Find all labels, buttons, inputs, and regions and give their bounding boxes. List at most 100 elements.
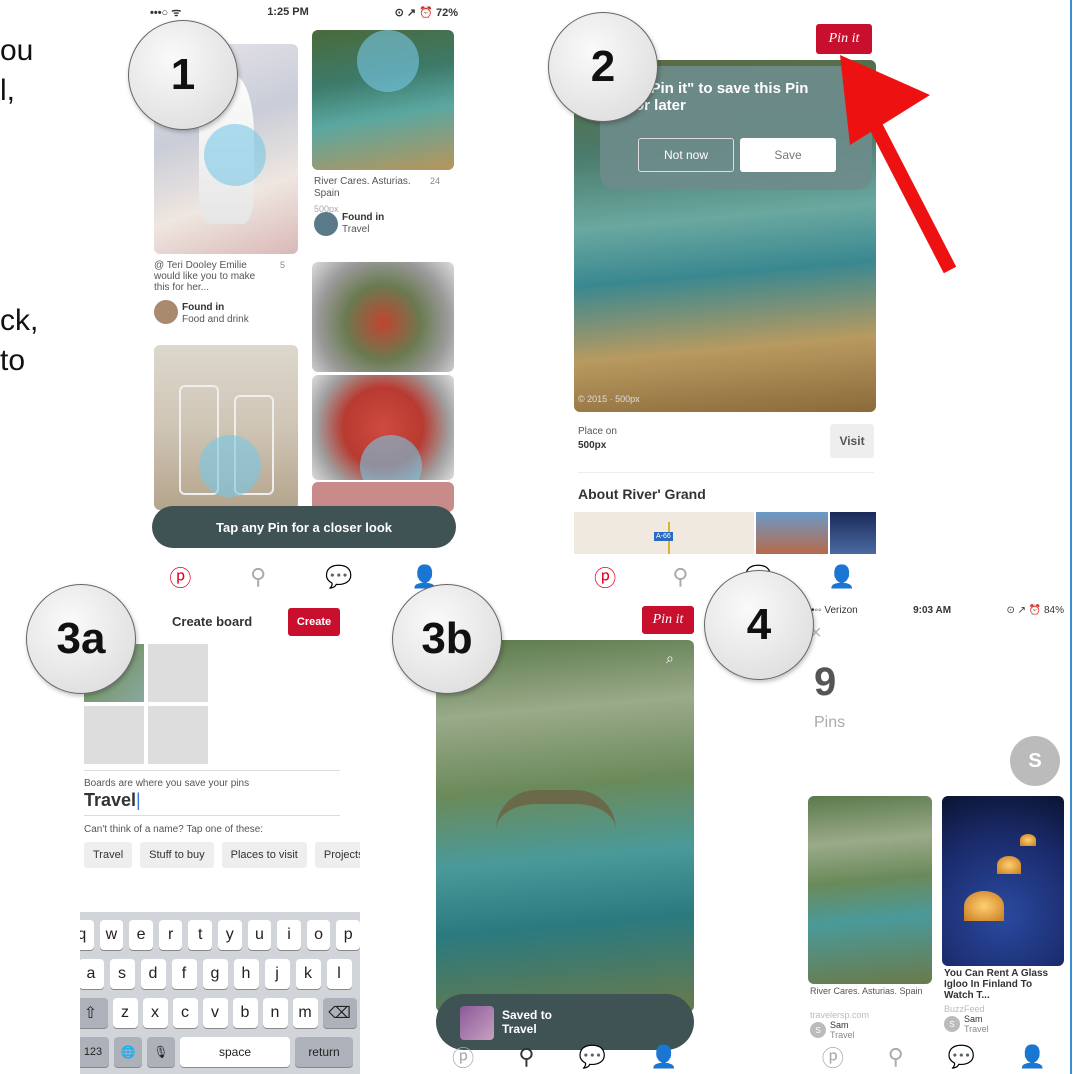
shift-key[interactable]: ⇧ (80, 998, 108, 1028)
found-in-label: Found in (182, 302, 225, 313)
return-key[interactable]: return (295, 1037, 353, 1067)
pin-description: @ Teri Dooley Emilie would like you to m… (154, 260, 256, 293)
key-m[interactable]: m (292, 998, 318, 1028)
key-s[interactable]: s (109, 959, 135, 989)
profile-icon[interactable]: 👤 (828, 564, 855, 590)
pin-repin-count: 5 (280, 260, 286, 270)
pinterest-home-icon[interactable]: ⓟ (169, 561, 191, 593)
chip-places-to-visit[interactable]: Places to visit (221, 842, 307, 868)
chat-icon[interactable]: 💬 (948, 1044, 975, 1070)
slide-text-line: ou (0, 34, 34, 67)
chip-projects[interactable]: Projects (314, 842, 360, 868)
chip-travel[interactable]: Travel (84, 842, 133, 868)
pin-title: You Can Rent A Glass Igloo In Finland To… (944, 968, 1049, 1001)
divider (84, 770, 340, 771)
globe-icon[interactable]: 🌐 (114, 1037, 142, 1067)
pin-it-button[interactable]: Pin it (642, 606, 694, 634)
visit-button[interactable]: Visit (830, 424, 874, 458)
saved-board-name: Travel (502, 1022, 537, 1036)
search-icon[interactable]: ⚲ (250, 564, 266, 590)
space-key[interactable]: space (180, 1037, 290, 1067)
profile-icon[interactable]: 👤 (1019, 1044, 1046, 1070)
key-r[interactable]: r (158, 920, 183, 950)
pin-repin-count: 24 (430, 176, 441, 186)
key-w[interactable]: w (99, 920, 124, 950)
save-button[interactable]: Save (740, 138, 836, 172)
microphone-icon[interactable]: 🎙 (147, 1037, 175, 1067)
key-e[interactable]: e (129, 920, 153, 950)
pin-image-igloo[interactable] (942, 796, 1064, 966)
pinterest-home-icon[interactable]: ⓟ (594, 561, 616, 593)
pinterest-home-icon[interactable]: ⓟ (822, 1041, 844, 1073)
key-k[interactable]: k (295, 959, 321, 989)
profile-icon[interactable]: 👤 (650, 1044, 677, 1070)
tab-bar: ⓟ ⚲ 💬 👤 (430, 1040, 700, 1074)
photo-credit: © 2015 · 500px (578, 394, 640, 404)
key-i[interactable]: i (277, 920, 301, 950)
tip-toast: Tap any Pin for a closer look (152, 506, 456, 548)
related-image-stars[interactable] (830, 512, 876, 554)
key-l[interactable]: l (326, 959, 352, 989)
map-thumb[interactable]: A-66 (574, 512, 754, 554)
board-name: Food and drink (182, 314, 249, 325)
tab-bar: ⓟ ⚲ 💬 👤 (800, 1040, 1068, 1074)
create-button[interactable]: Create (288, 608, 340, 636)
key-g[interactable]: g (202, 959, 228, 989)
not-now-button[interactable]: Not now (638, 138, 734, 172)
visual-search-icon[interactable]: ⌕ (666, 650, 674, 667)
key-j[interactable]: j (264, 959, 290, 989)
pin-it-button[interactable]: Pin it (816, 24, 872, 54)
place-site: 500px (578, 440, 607, 451)
key-q[interactable]: q (80, 920, 94, 950)
key-n[interactable]: n (262, 998, 288, 1028)
board-name-input[interactable]: Travel| (84, 790, 340, 816)
step-badge-4: 4 (704, 570, 814, 680)
pin-image-river[interactable] (312, 30, 454, 170)
key-p[interactable]: p (336, 920, 360, 950)
board-name: Travel (342, 224, 370, 235)
status-time: 9:03 AM (913, 604, 952, 616)
key-d[interactable]: d (140, 959, 166, 989)
found-in-label: Found in (342, 212, 385, 223)
slide-text-line: l, (0, 74, 15, 107)
key-h[interactable]: h (233, 959, 259, 989)
pin-image-bridge[interactable] (808, 796, 932, 984)
chat-icon[interactable]: 💬 (579, 1044, 606, 1070)
slide-text-line: ck, (0, 304, 39, 337)
key-f[interactable]: f (171, 959, 197, 989)
slide-edge-line (1070, 0, 1072, 1074)
avatar[interactable]: S (1010, 736, 1060, 786)
pin-source: travelersp.com (810, 1010, 870, 1020)
user-avatar: S (944, 1016, 960, 1032)
related-image-canyon[interactable] (756, 512, 828, 554)
key-t[interactable]: t (188, 920, 212, 950)
key-c[interactable]: c (172, 998, 198, 1028)
search-icon[interactable]: ⚲ (888, 1044, 904, 1070)
pinterest-home-icon[interactable]: ⓟ (452, 1041, 474, 1073)
pin-count-label: Pins (814, 714, 846, 731)
backspace-key[interactable]: ⌫ (322, 998, 357, 1028)
pin-image-jars[interactable] (154, 345, 298, 510)
panel-4-profile-pins: •••◦◦ Verizon 9:03 AM ⊙ ↗ ⏰ 84% × 9 Pins… (800, 600, 1068, 1074)
key-x[interactable]: x (142, 998, 168, 1028)
pin-image-food-bowl[interactable] (312, 262, 454, 372)
key-b[interactable]: b (232, 998, 258, 1028)
pin-image-food-bowl[interactable] (312, 375, 454, 480)
search-icon[interactable]: ⚲ (518, 1044, 534, 1070)
numbers-key[interactable]: 123 (80, 1037, 109, 1067)
key-u[interactable]: u (247, 920, 272, 950)
board-helper-text: Boards are where you save your pins (84, 778, 250, 789)
keyboard-row-2: asdfghjkl (80, 959, 360, 989)
chat-icon[interactable]: 💬 (325, 564, 352, 590)
search-icon[interactable]: ⚲ (672, 564, 688, 590)
key-v[interactable]: v (202, 998, 228, 1028)
pin-description: River Cares. Asturias. Spain (314, 176, 411, 199)
chip-stuff-to-buy[interactable]: Stuff to buy (140, 842, 214, 868)
keyboard-row-4: 123 🌐 🎙 space return (80, 1037, 360, 1067)
key-y[interactable]: y (218, 920, 242, 950)
key-o[interactable]: o (306, 920, 331, 950)
key-a[interactable]: a (80, 959, 104, 989)
pin-image-bridge[interactable]: ⌕ (436, 640, 694, 1012)
create-board-title: Create board (172, 614, 253, 629)
key-z[interactable]: z (112, 998, 138, 1028)
